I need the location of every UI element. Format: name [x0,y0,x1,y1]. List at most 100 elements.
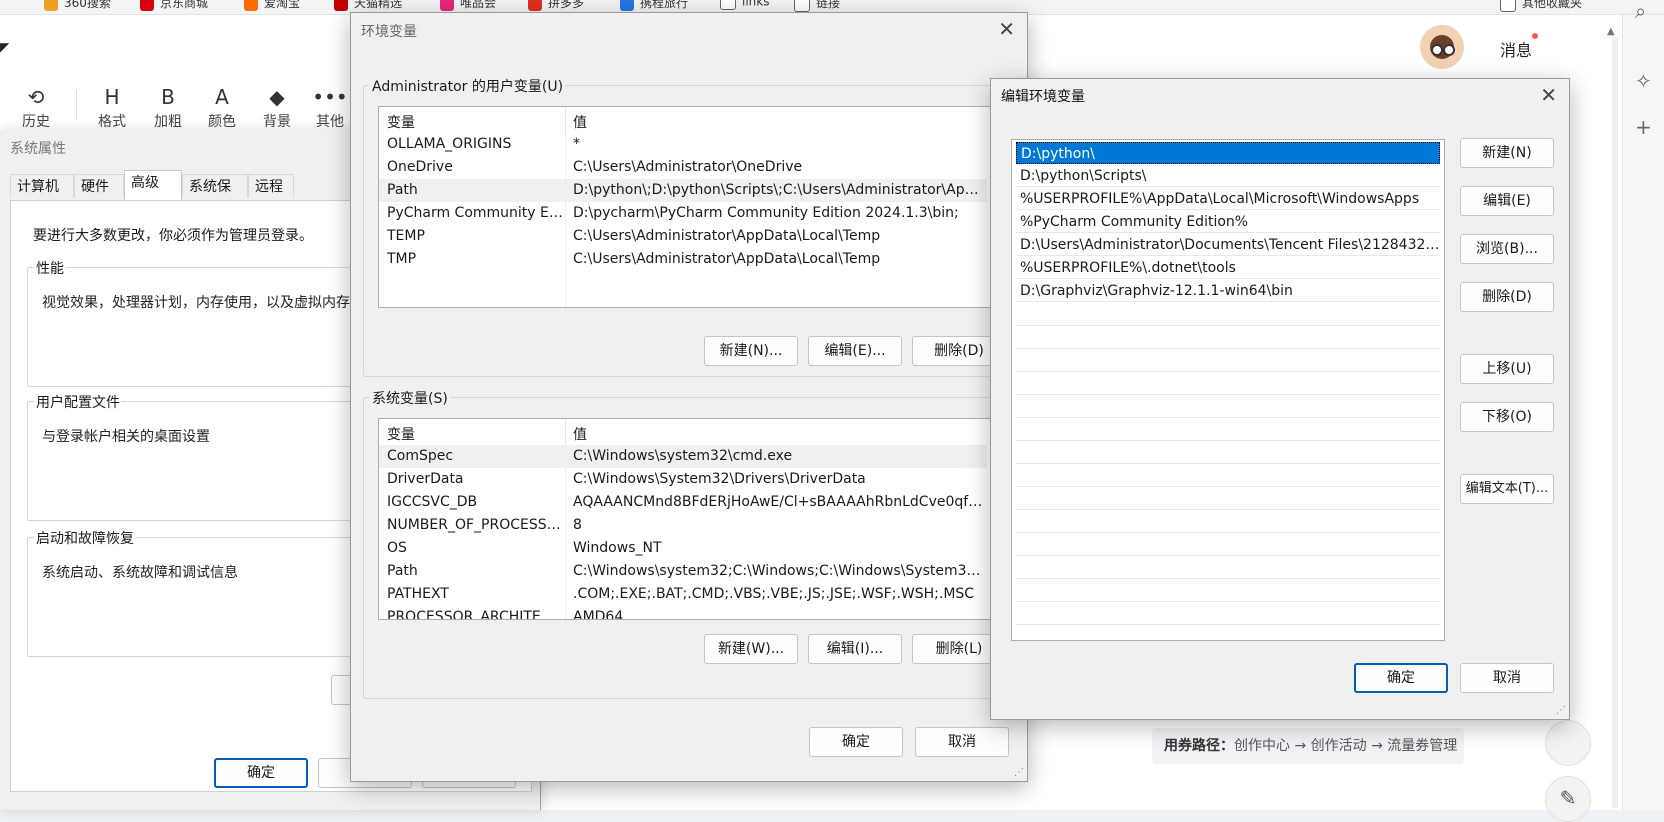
table-row[interactable]: NUMBER_OF_PROCESSORS 8 [379,514,987,537]
move-up-button[interactable]: 上移(U) [1460,354,1554,384]
table-row-selected[interactable]: ComSpec C:\Windows\system32\cmd.exe [379,445,987,468]
empty-row[interactable] [1016,486,1440,487]
path-entries-list[interactable]: D:\python\ D:\python\Scripts\ %USERPROFI… [1011,139,1445,641]
page-scrollbar[interactable] [1612,38,1618,808]
toolbar-divider [76,90,77,120]
tab-system-protection[interactable]: 系统保护 [182,174,248,219]
table-row[interactable]: OS Windows_NT [379,537,987,560]
tab-computer-name[interactable]: 计算机名 [10,174,74,219]
toolbar-more[interactable]: ••• 其他 [308,85,352,131]
browse-button[interactable]: 浏览(B)... [1460,234,1554,264]
list-item-selected[interactable]: D:\python\ [1016,142,1440,164]
resize-grip-icon[interactable]: ⋰ [1014,767,1024,778]
empty-row[interactable] [1016,348,1440,349]
user-vars-list[interactable]: 变量 值 OLLAMA_ORIGINS * OneDrive C:\Users\Ad… [378,106,1000,308]
add-icon[interactable]: + [1635,115,1652,139]
float-action-button[interactable] [1545,720,1591,766]
ok-button[interactable]: 确定 [1354,663,1448,693]
heading-icon: H [104,85,120,109]
table-row[interactable]: DriverData C:\Windows\System32\Drivers\Dr… [379,468,987,491]
edit-text-button[interactable]: 编辑文本(T)... [1460,474,1554,504]
tab-hardware[interactable]: 硬件 [74,174,124,198]
sparkle-icon[interactable]: ✧ [1635,69,1652,93]
ok-button[interactable]: 确定 [809,727,903,757]
empty-row[interactable] [1016,624,1440,625]
list-item[interactable]: %USERPROFILE%\AppData\Local\Microsoft\Wi… [1016,188,1440,210]
system-vars-list[interactable]: 变量 值 ComSpec C:\Windows\system32\cmd.exe … [378,418,1000,620]
bookmark-links-cn[interactable]: 链接 [794,0,840,12]
tab-advanced[interactable]: 高级 [124,170,182,200]
col-variable[interactable]: 变量 [387,424,415,444]
new-button[interactable]: 新建(N) [1460,138,1554,168]
table-row-selected[interactable]: Path D:\python\;D:\python\Scripts\;C:\Use… [379,179,987,202]
table-row[interactable]: IGCCSVC_DB AQAAANCMnd8BFdERjHoAwE/Cl+sBAA… [379,491,987,514]
system-edit-button[interactable]: 编辑(I)... [808,634,902,664]
empty-row[interactable] [1016,578,1440,579]
empty-row[interactable] [1016,509,1440,510]
table-row[interactable]: PATHEXT .COM;.EXE;.BAT;.CMD;.VBS;.VBE;.JS… [379,583,987,606]
cancel-button[interactable]: 取消 [915,727,1009,757]
header-divider[interactable] [565,419,566,445]
table-row[interactable]: PyCharm Community Editi...D:\pycharm\PyC… [379,202,987,225]
bookmark-links[interactable]: links [720,0,769,10]
empty-row[interactable] [1016,440,1440,441]
empty-row[interactable] [1016,371,1440,372]
col-value[interactable]: 值 [573,424,587,444]
bookmark-ctrip[interactable]: 携程旅行 [620,0,688,11]
col-variable[interactable]: 变量 [387,112,415,132]
scroll-up-icon[interactable]: ▲ [1607,26,1615,37]
bookmark-pdd[interactable]: 拼多多 [528,0,584,11]
table-row[interactable]: PROCESSOR_ARCHITECTU...AMD64 [379,606,987,619]
list-item[interactable]: D:\Graphviz\Graphviz-12.1.1-win64\bin [1016,280,1440,302]
empty-row[interactable] [1016,532,1440,533]
system-new-button[interactable]: 新建(W)... [704,634,798,664]
group-label: 启动和故障恢复 [34,528,136,548]
edit-icon[interactable]: ✎ [1545,776,1591,822]
tab-remote[interactable]: 远程 [248,174,294,198]
move-down-button[interactable]: 下移(O) [1460,402,1554,432]
toolbar-history[interactable]: ⟲ 历史 [14,85,58,131]
list-header: 变量 值 [379,419,999,445]
close-icon[interactable]: ✕ [998,17,1015,41]
table-row[interactable]: Path C:\Windows\system32;C:\Windows;C:\Wi… [379,560,987,583]
messages-link[interactable]: 消息 [1500,37,1532,61]
table-row[interactable]: OLLAMA_ORIGINS * [379,133,987,156]
delete-button[interactable]: 删除(D) [1460,282,1554,312]
list-item[interactable]: %USERPROFILE%\.dotnet\tools [1016,257,1440,279]
col-value[interactable]: 值 [573,112,587,132]
bookmark-360[interactable]: 360搜索 [44,0,111,11]
table-row[interactable]: TMP C:\Users\Administrator\AppData\Local\… [379,248,987,271]
edit-button[interactable]: 编辑(E) [1460,186,1554,216]
toolbar-background[interactable]: ◆ 背景 [255,85,299,131]
table-row[interactable]: OneDrive C:\Users\Administrator\OneDrive [379,156,987,179]
bookmark-tmall[interactable]: 天猫精选 [334,0,402,11]
avatar-eye-left [1431,44,1443,56]
resize-grip-icon[interactable]: ⋰ [1556,705,1566,716]
ok-button[interactable]: 确定 [214,758,308,788]
bookmark-other[interactable]: 其他收藏夹 [1500,0,1582,12]
list-item[interactable]: D:\Users\Administrator\Documents\Tencent… [1016,234,1440,256]
user-new-button[interactable]: 新建(N)... [704,336,798,366]
search-icon[interactable]: ⌕ [1635,0,1646,23]
empty-row[interactable] [1016,394,1440,395]
cancel-button[interactable]: 取消 [1460,663,1554,693]
empty-row[interactable] [1016,325,1440,326]
collapse-arrow-icon[interactable]: ◤ [0,40,9,54]
close-icon[interactable]: ✕ [1540,83,1557,107]
toolbar-color[interactable]: A 颜色 [200,85,244,131]
avatar[interactable] [1420,25,1464,69]
toolbar-format[interactable]: H 格式 [90,85,134,131]
empty-row[interactable] [1016,463,1440,464]
empty-row[interactable] [1016,601,1440,602]
table-row[interactable]: TEMP C:\Users\Administrator\AppData\Local… [379,225,987,248]
header-divider[interactable] [565,107,566,133]
toolbar-bold[interactable]: B 加粗 [146,85,190,131]
empty-row[interactable] [1016,417,1440,418]
empty-row[interactable] [1016,555,1440,556]
bookmark-aitaobao[interactable]: 爱淘宝 [244,0,300,11]
bookmark-jd[interactable]: 京东商城 [140,0,208,11]
list-item[interactable]: D:\python\Scripts\ [1016,165,1440,187]
bookmark-vip[interactable]: 唯品会 [440,0,496,11]
user-edit-button[interactable]: 编辑(E)... [808,336,902,366]
list-item[interactable]: %PyCharm Community Edition% [1016,211,1440,233]
